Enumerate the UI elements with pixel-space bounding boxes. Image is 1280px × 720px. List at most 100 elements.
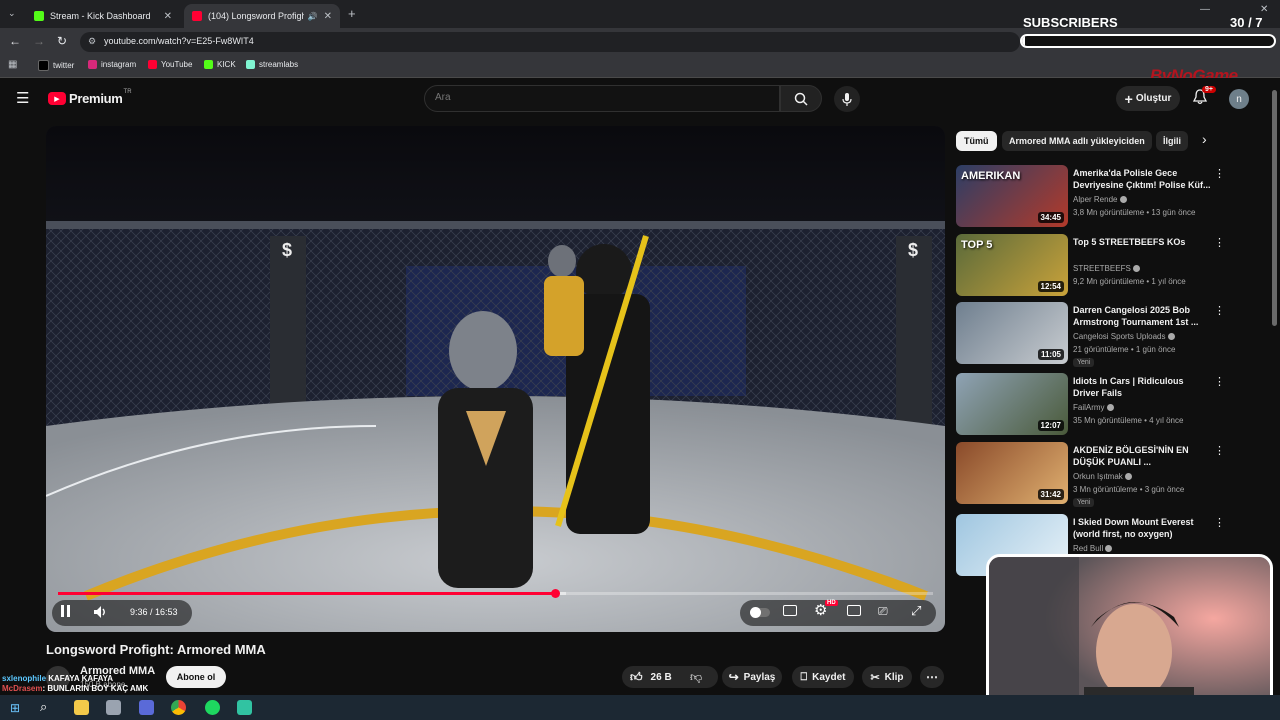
avatar[interactable]: n — [1229, 89, 1249, 109]
video-title[interactable]: Amerika'da Polisle Gece Devriyesine Çıkt… — [1073, 167, 1211, 191]
channel-name[interactable]: Cangelosi Sports Uploads — [1073, 332, 1175, 341]
close-icon[interactable]: ✕ — [324, 11, 332, 22]
close-icon[interactable]: ✕ — [164, 11, 172, 22]
dislike-button[interactable]: 👎︎ — [690, 670, 702, 685]
chip-related[interactable]: İlgili — [1156, 131, 1188, 151]
file-explorer-icon[interactable] — [74, 700, 89, 715]
cast-icon[interactable]: ⎚ — [878, 604, 888, 619]
chip-from-uploader[interactable]: Armored MMA adlı yükleyiciden — [1002, 131, 1152, 151]
video-thumbnail[interactable]: 11:05 — [956, 302, 1068, 364]
clip-button[interactable]: ✂ Klip — [862, 666, 912, 688]
more-actions-button[interactable]: ⋯ — [920, 666, 944, 688]
subtitles-icon[interactable] — [783, 605, 797, 616]
menu-icon[interactable]: ☰ — [16, 89, 29, 107]
volume-icon[interactable] — [92, 604, 108, 620]
tab-kick-dashboard[interactable]: Stream - Kick Dashboard ✕ — [26, 4, 180, 28]
video-progress-track[interactable] — [58, 589, 933, 598]
more-options-icon[interactable]: ⋮ — [1214, 304, 1225, 317]
recommended-video[interactable]: 12:07 Idiots In Cars | Ridiculous Driver … — [956, 373, 1261, 435]
subscriber-progress-fill — [1022, 36, 1025, 46]
site-info-icon[interactable]: ⚙ — [88, 36, 96, 47]
chips-next-icon[interactable]: › — [1202, 131, 1207, 147]
tab-title: Stream - Kick Dashboard — [50, 11, 151, 21]
video-scrubber-handle[interactable] — [551, 589, 560, 598]
scrollbar-thumb[interactable] — [1272, 90, 1277, 326]
miniplayer-icon[interactable] — [847, 605, 861, 616]
voice-search-button[interactable] — [834, 86, 860, 112]
bookmark-instagram[interactable]: instagram — [88, 60, 136, 69]
more-options-icon[interactable]: ⋮ — [1214, 375, 1225, 388]
recommended-video[interactable]: 31:42 AKDENİZ BÖLGESİ'NİN EN DÜŞÜK PUANLI… — [956, 442, 1261, 507]
svg-text:$: $ — [282, 240, 292, 260]
channel-name[interactable]: Orkun Işıtmak — [1073, 472, 1133, 481]
windows-start-icon[interactable]: ⊞ — [10, 701, 20, 715]
like-button[interactable]: 👍︎ 26 B — [630, 670, 672, 685]
more-options-icon[interactable]: ⋮ — [1214, 167, 1225, 180]
video-thumbnail[interactable]: 31:42 — [956, 442, 1068, 504]
video-title[interactable]: Darren Cangelosi 2025 Bob Armstrong Tour… — [1073, 304, 1211, 328]
new-badge: Yeni — [1073, 358, 1095, 367]
bookmark-label: instagram — [101, 60, 137, 69]
share-button[interactable]: ↪ Paylaş — [722, 666, 782, 688]
video-thumbnail[interactable]: 12:07 — [956, 373, 1068, 435]
video-title[interactable]: Idiots In Cars | Ridiculous Driver Fails — [1073, 375, 1211, 399]
bookmark-kick[interactable]: KICK — [204, 60, 236, 69]
channel-name[interactable]: Alper Rende — [1073, 195, 1127, 204]
save-label: Kaydet — [812, 671, 846, 683]
reload-icon[interactable]: ↻ — [57, 34, 67, 48]
tab-youtube-video[interactable]: (104) Longsword Profight: A 🔊 ✕ — [184, 4, 340, 28]
video-player[interactable]: $ $ 9:36 / 16:53 ⚙ HD ⎚ ⤢ — [46, 126, 945, 632]
channel-name[interactable]: STREETBEEFS — [1073, 264, 1141, 273]
bookmark-streamlabs[interactable]: streamlabs — [246, 60, 298, 69]
premium-logo-text: Premium — [69, 91, 123, 106]
video-thumbnail[interactable]: AMERIKAN 34:45 — [956, 165, 1068, 227]
video-meta: 21 görüntüleme • 1 gün önce — [1073, 345, 1176, 354]
url-field[interactable]: ⚙ youtube.com/watch?v=E25-Fw8WIT4 — [80, 32, 1020, 52]
app-icon[interactable] — [139, 700, 154, 715]
share-icon: ↪ — [728, 670, 739, 684]
search-input[interactable] — [433, 91, 767, 104]
recommended-video[interactable]: AMERIKAN 34:45 Amerika'da Polisle Gece Dev… — [956, 165, 1261, 227]
spotify-icon[interactable] — [205, 700, 220, 715]
search-button[interactable] — [780, 85, 822, 112]
more-options-icon[interactable]: ⋮ — [1214, 236, 1225, 249]
speaker-icon[interactable]: 🔊 — [308, 12, 318, 21]
streamlabs-icon[interactable] — [237, 700, 252, 715]
search-icon[interactable]: ⌕ — [40, 699, 47, 715]
windows-taskbar: ⊞ ⌕ — [0, 695, 1280, 720]
tab-search-icon[interactable]: ⌄ — [8, 8, 16, 19]
youtube-header: ☰ ▶ Premium TR + Oluştur 9+ n — [0, 78, 1280, 120]
back-icon[interactable]: ← — [9, 34, 21, 48]
youtube-logo[interactable]: ▶ Premium TR — [48, 89, 132, 106]
autoplay-knob — [750, 607, 761, 618]
save-button[interactable]: ⎕ Kaydet — [792, 666, 854, 688]
bookmark-youtube[interactable]: YouTube — [148, 60, 192, 69]
chip-all[interactable]: Tümü — [956, 131, 997, 151]
video-thumbnail[interactable]: TOP 5 12:54 — [956, 234, 1068, 296]
create-button[interactable]: + Oluştur — [1116, 86, 1180, 111]
autoplay-toggle[interactable] — [750, 607, 770, 618]
search-box[interactable] — [424, 85, 780, 112]
forward-icon[interactable]: → — [33, 34, 45, 48]
more-options-icon[interactable]: ⋮ — [1214, 444, 1225, 457]
app-icon[interactable] — [106, 700, 121, 715]
channel-name[interactable]: Red Bull — [1073, 544, 1113, 553]
video-title[interactable]: I Skied Down Mount Everest (world first,… — [1073, 516, 1211, 540]
notifications-button[interactable]: 9+ — [1192, 86, 1216, 109]
channel-name[interactable]: FailArmy — [1073, 403, 1114, 412]
new-tab-button[interactable]: + — [348, 6, 356, 21]
video-title[interactable]: Top 5 STREETBEEFS KOs — [1073, 236, 1211, 248]
recommended-video[interactable]: TOP 5 12:54 Top 5 STREETBEEFS KOs STREETBEE… — [956, 234, 1261, 296]
pause-button[interactable] — [61, 605, 75, 619]
recommended-video[interactable]: 11:05 Darren Cangelosi 2025 Bob Armstrong… — [956, 302, 1261, 367]
video-title[interactable]: AKDENİZ BÖLGESİ'NİN EN DÜŞÜK PUANLI ... — [1073, 444, 1211, 468]
tab-title: (104) Longsword Profight: A — [208, 11, 304, 21]
bookmark-icon: ⎕ — [800, 670, 808, 683]
chrome-icon[interactable] — [171, 700, 186, 715]
apps-grid-icon[interactable]: ▦ — [8, 59, 17, 70]
channel-label: STREETBEEFS — [1073, 264, 1131, 273]
more-options-icon[interactable]: ⋮ — [1214, 516, 1225, 529]
bookmarks-bar: ▦ twitter instagram YouTube KICK streaml… — [0, 56, 1280, 78]
bookmark-twitter[interactable]: twitter — [38, 60, 74, 71]
fullscreen-icon[interactable]: ⤢ — [911, 603, 921, 619]
